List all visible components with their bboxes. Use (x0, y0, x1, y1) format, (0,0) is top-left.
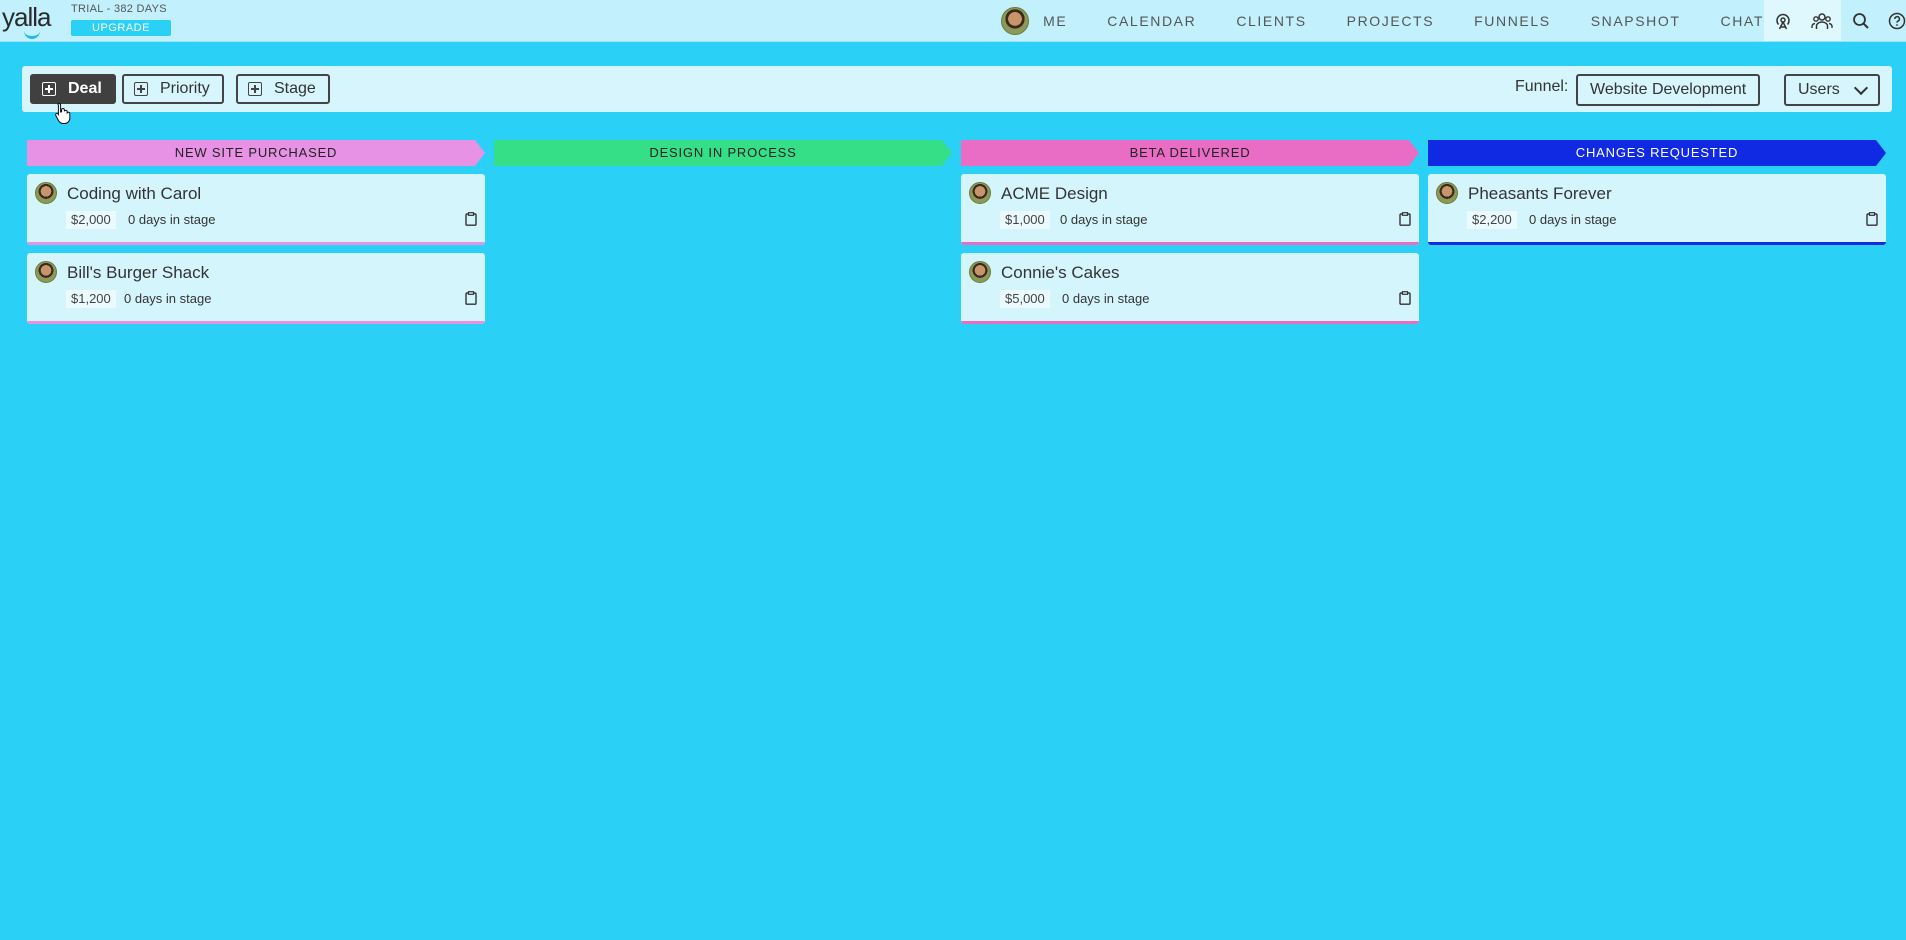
hand-cursor-icon (55, 102, 71, 124)
deal-card[interactable]: Coding with Carol $2,000 0 days in stage (27, 174, 485, 245)
deal-card[interactable]: Bill's Burger Shack $1,200 0 days in sta… (27, 253, 485, 324)
add-priority-button[interactable]: Priority (122, 74, 224, 104)
stage-color-bar (1428, 242, 1886, 245)
clipboard-icon[interactable] (1866, 212, 1878, 226)
chevron-down-icon (1853, 80, 1868, 96)
owner-avatar (969, 182, 991, 204)
deal-amount: $5,000 (1000, 290, 1050, 308)
stage-column-changes-requested: CHANGES REQUESTED Pheasants Forever $2,2… (1428, 140, 1886, 245)
nav-me[interactable]: ME (1043, 13, 1067, 29)
deal-title[interactable]: Connie's Cakes (1001, 263, 1120, 283)
logo-text: yalla (2, 2, 51, 32)
owner-avatar (35, 261, 57, 283)
nav-snapshot[interactable]: SNAPSHOT (1591, 13, 1681, 29)
stage-header[interactable]: NEW SITE PURCHASED (27, 140, 485, 166)
days-in-stage: 0 days in stage (128, 212, 216, 227)
broadcast-icon[interactable] (1764, 0, 1803, 41)
add-stage-label: Stage (274, 80, 316, 97)
days-in-stage: 0 days in stage (124, 291, 212, 306)
nav-projects[interactable]: PROJECTS (1347, 13, 1434, 29)
help-icon[interactable] (1880, 0, 1906, 41)
top-bar: yalla TRIAL - 382 DAYS UPGRADE ME CALEND… (0, 0, 1906, 42)
add-deal-button[interactable]: Deal (30, 74, 116, 104)
nav-calendar[interactable]: CALENDAR (1107, 13, 1196, 29)
clipboard-icon[interactable] (465, 291, 477, 305)
header-icon-strip (1764, 0, 1906, 41)
stage-header[interactable]: CHANGES REQUESTED (1428, 140, 1886, 166)
deal-title[interactable]: Bill's Burger Shack (67, 263, 209, 283)
plus-box-icon (248, 82, 262, 96)
days-in-stage: 0 days in stage (1529, 212, 1617, 227)
stage-color-bar (961, 321, 1419, 324)
deal-amount: $1,200 (66, 290, 116, 308)
trial-status: TRIAL - 382 DAYS (71, 3, 167, 15)
funnel-select[interactable]: Website Development (1576, 74, 1761, 106)
deal-title[interactable]: Pheasants Forever (1468, 184, 1612, 204)
owner-avatar (969, 261, 991, 283)
deal-amount: $2,000 (66, 211, 116, 229)
stage-column-design-in-process: DESIGN IN PROCESS (494, 140, 952, 166)
deal-title[interactable]: Coding with Carol (67, 184, 201, 204)
stage-column-beta-delivered: BETA DELIVERED ACME Design $1,000 0 days… (961, 140, 1419, 324)
stage-color-bar (961, 242, 1419, 245)
clipboard-icon[interactable] (465, 212, 477, 226)
stage-header[interactable]: BETA DELIVERED (961, 140, 1419, 166)
funnel-label: Funnel: (1515, 78, 1569, 95)
plus-box-icon (42, 82, 56, 96)
users-dropdown[interactable]: Users (1784, 74, 1880, 106)
stage-column-new-site-purchased: NEW SITE PURCHASED Coding with Carol $2,… (27, 140, 485, 324)
add-deal-label: Deal (68, 80, 102, 97)
logo-smile-icon (24, 30, 40, 39)
users-dropdown-label: Users (1798, 81, 1840, 98)
search-icon[interactable] (1841, 0, 1881, 41)
deal-card[interactable]: ACME Design $1,000 0 days in stage (961, 174, 1419, 245)
add-stage-button[interactable]: Stage (236, 74, 330, 104)
user-avatar[interactable] (1001, 6, 1030, 35)
main-nav: ME CALENDAR CLIENTS PROJECTS FUNNELS SNA… (1001, 0, 1764, 41)
clipboard-icon[interactable] (1399, 291, 1411, 305)
yalla-logo[interactable]: yalla (2, 2, 54, 40)
team-icon[interactable] (1802, 0, 1842, 41)
add-priority-label: Priority (160, 80, 210, 97)
plus-box-icon (134, 82, 148, 96)
funnel-toolbar: Deal Priority Stage Funnel: Website Deve… (22, 66, 1892, 112)
days-in-stage: 0 days in stage (1062, 291, 1150, 306)
stage-color-bar (27, 321, 485, 324)
nav-clients[interactable]: CLIENTS (1236, 13, 1306, 29)
upgrade-button[interactable]: UPGRADE (71, 20, 171, 36)
stage-header[interactable]: DESIGN IN PROCESS (494, 140, 952, 166)
deal-card[interactable]: Connie's Cakes $5,000 0 days in stage (961, 253, 1419, 324)
nav-funnels[interactable]: FUNNELS (1474, 13, 1551, 29)
days-in-stage: 0 days in stage (1060, 212, 1148, 227)
owner-avatar (35, 182, 57, 204)
nav-chat[interactable]: CHAT (1721, 13, 1764, 29)
clipboard-icon[interactable] (1399, 212, 1411, 226)
owner-avatar (1436, 182, 1458, 204)
deal-card[interactable]: Pheasants Forever $2,200 0 days in stage (1428, 174, 1886, 245)
deal-amount: $1,000 (1000, 211, 1050, 229)
stage-color-bar (27, 242, 485, 245)
deal-title[interactable]: ACME Design (1001, 184, 1108, 204)
deal-amount: $2,200 (1467, 211, 1517, 229)
